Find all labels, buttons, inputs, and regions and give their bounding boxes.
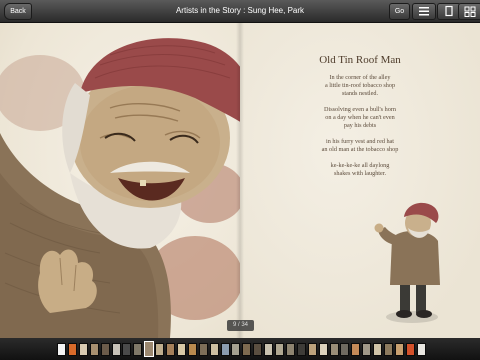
page-thumbnail[interactable] [221, 343, 230, 356]
page-thumbnail[interactable] [199, 343, 208, 356]
book-spread[interactable]: Old Tin Roof Man In the corner of the al… [0, 23, 480, 338]
poem-stanza: ke-ke-ke-ke all daylong shakes with laug… [300, 162, 420, 178]
page-thumbnail[interactable] [79, 343, 88, 356]
poem-line: Dissolving even a bull's horn [324, 106, 396, 113]
page-thumbnail[interactable] [112, 343, 121, 356]
page-thumbnail[interactable] [362, 343, 371, 356]
poem-stanza: in his furry vest and red hat an old man… [300, 138, 420, 154]
thumbnail-strip[interactable] [0, 338, 480, 360]
poem-line: an old man at the tobacco shop [321, 146, 399, 153]
list-icon [419, 7, 429, 16]
page-thumbnail[interactable] [395, 343, 404, 356]
page-thumbnail[interactable] [373, 343, 382, 356]
page-thumbnail[interactable] [340, 343, 349, 356]
page-thumbnail[interactable] [188, 343, 197, 356]
poem-line: stands nestled. [341, 90, 379, 97]
page-thumbnail[interactable] [101, 343, 110, 356]
page-thumbnail[interactable] [417, 343, 426, 356]
page-thumbnail[interactable] [319, 343, 328, 356]
list-view-button[interactable] [412, 3, 436, 20]
poem-line: in his furry vest and red hat [325, 138, 395, 145]
page-thumbnail[interactable] [57, 343, 66, 356]
page-thumbnail[interactable] [155, 343, 164, 356]
page-thumbnail[interactable] [330, 343, 339, 356]
back-button[interactable]: Back [4, 3, 32, 20]
page-thumbnail[interactable] [351, 343, 360, 356]
page-indicator: 9 / 34 [227, 320, 254, 331]
page-thumbnail[interactable] [177, 343, 186, 356]
poem-line: shakes with laughter. [333, 170, 387, 177]
page-thumbnail[interactable] [166, 343, 175, 356]
poem-line: on a day when he can't even [325, 114, 395, 121]
top-toolbar: Back Artists in the Story : Sung Hee, Pa… [0, 0, 480, 23]
book-gutter [236, 23, 244, 338]
page-thumbnail[interactable] [275, 343, 284, 356]
poem-title: Old Tin Roof Man [319, 54, 401, 66]
poem-line: pay his debts [343, 122, 377, 129]
page-thumbnail[interactable] [264, 343, 273, 356]
poem-stanza: In the corner of the alley a little tin-… [300, 74, 420, 98]
poem-line: In the corner of the alley [329, 74, 391, 81]
page-thumbnail[interactable] [122, 343, 131, 356]
left-page [0, 23, 240, 338]
page-thumbnail[interactable] [144, 341, 154, 357]
page-thumbnail[interactable] [297, 343, 306, 356]
page-thumbnail[interactable] [308, 343, 317, 356]
go-button[interactable]: Go [389, 3, 410, 20]
poem-line: a little tin-roof tobacco shop [324, 82, 396, 89]
page-thumbnail[interactable] [90, 343, 99, 356]
page-thumbnail[interactable] [231, 343, 240, 356]
single-page-icon [445, 5, 453, 17]
page-thumbnail[interactable] [68, 343, 77, 356]
old-man-illustration [0, 38, 240, 338]
ebook-reader: Back Artists in the Story : Sung Hee, Pa… [0, 0, 480, 360]
page-thumbnail[interactable] [242, 343, 251, 356]
grid-icon [464, 6, 476, 17]
poem-stanza: Dissolving even a bull's horn on a day w… [300, 106, 420, 130]
page-thumbnail[interactable] [406, 343, 415, 356]
poem-text: Old Tin Roof Man In the corner of the al… [300, 54, 420, 186]
page-thumbnail[interactable] [384, 343, 393, 356]
grid-view-button[interactable] [458, 3, 480, 20]
page-title: Artists in the Story : Sung Hee, Park [175, 6, 305, 15]
poem-line: ke-ke-ke-ke all daylong [330, 162, 390, 169]
page-thumbnail[interactable] [210, 343, 219, 356]
page-thumbnail[interactable] [286, 343, 295, 356]
page-thumbnail[interactable] [253, 343, 262, 356]
page-thumbnail[interactable] [133, 343, 142, 356]
